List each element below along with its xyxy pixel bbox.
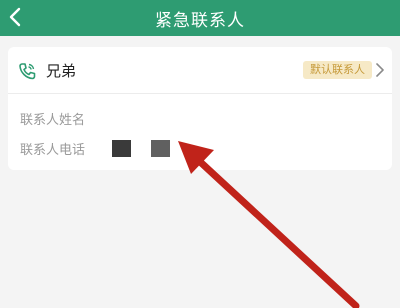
contact-card: 兄弟 默认联系人 联系人姓名 联系人电话	[8, 47, 392, 170]
back-arrow-icon	[9, 7, 21, 27]
contact-phone-label: 联系人电话	[20, 143, 86, 158]
chevron-right-icon	[376, 63, 384, 77]
page-title: 紧急联系人	[155, 10, 245, 31]
app-header: 紧急联系人	[0, 0, 400, 36]
contact-row[interactable]: 兄弟 默认联系人	[8, 47, 392, 94]
default-contact-badge: 默认联系人	[303, 61, 372, 79]
redacted-phone-block-2	[151, 140, 170, 157]
relation-label: 兄弟	[46, 62, 77, 80]
redacted-phone-block-1	[112, 140, 131, 157]
phone-icon	[19, 63, 36, 80]
back-button[interactable]	[4, 6, 26, 28]
contact-name-label: 联系人姓名	[20, 113, 86, 128]
